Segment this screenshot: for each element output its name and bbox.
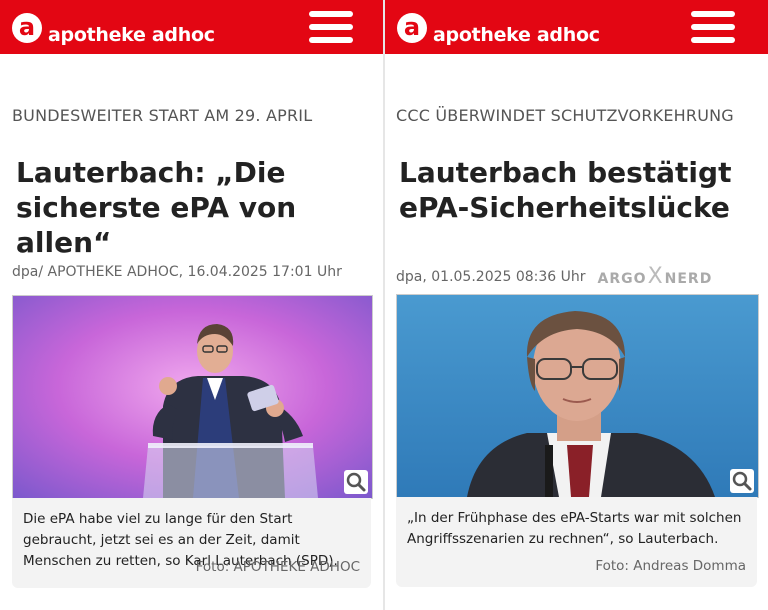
article-headline: Lauterbach: „Die sicherste ePA von allen…	[16, 156, 297, 259]
article-panel-left: a apotheke adhoc BUNDESWEITER START AM 2…	[0, 0, 383, 610]
photo-caption: „In der Frühphase des ePA-Starts war mit…	[407, 510, 742, 547]
hamburger-menu-icon[interactable]	[691, 11, 735, 43]
logo-badge: a	[12, 13, 42, 43]
site-logo[interactable]: a apotheke adhoc	[397, 10, 600, 46]
article-kicker: CCC ÜBERWINDET SCHUTZVORKEHRUNG	[396, 106, 734, 125]
photo-credit: Foto: Andreas Domma	[595, 558, 746, 574]
logo-text: apotheke adhoc	[48, 24, 215, 46]
article-meta: dpa, 01.05.2025 08:36 Uhr ARGOXNERD	[396, 264, 712, 289]
article-kicker: BUNDESWEITER START AM 29. APRIL	[12, 106, 313, 125]
photo-lauterbach-podium	[13, 296, 372, 498]
article-headline: Lauterbach bestätigt ePA-Sicherheitslück…	[399, 156, 732, 224]
article-byline: dpa/ APOTHEKE ADHOC, 16.04.2025 17:01 Uh…	[12, 264, 342, 280]
photo-lauterbach-portrait	[397, 295, 758, 497]
site-logo[interactable]: a apotheke adhoc	[12, 10, 215, 46]
article-panel-right: a apotheke adhoc CCC ÜBERWINDET SCHUTZVO…	[385, 0, 768, 610]
article-photo[interactable]	[12, 295, 373, 499]
logo-text: apotheke adhoc	[433, 24, 600, 46]
article-byline: dpa, 01.05.2025 08:36 Uhr	[396, 268, 586, 285]
zoom-magnifier-icon[interactable]	[730, 469, 754, 493]
photo-caption-box: „In der Frühphase des ePA-Starts war mit…	[396, 497, 757, 587]
photo-credit: Foto: APOTHEKE ADHOC	[195, 559, 360, 575]
logo-badge: a	[397, 13, 427, 43]
article-meta: dpa/ APOTHEKE ADHOC, 16.04.2025 17:01 Uh…	[12, 264, 342, 280]
article-photo[interactable]	[396, 294, 759, 498]
zoom-magnifier-icon[interactable]	[344, 470, 368, 494]
hamburger-menu-icon[interactable]	[309, 11, 353, 43]
partner-logo-argonerd: ARGOXNERD	[597, 264, 713, 289]
site-header: a apotheke adhoc	[0, 0, 383, 54]
photo-caption-box: Die ePA habe viel zu lange für den Start…	[12, 498, 371, 588]
site-header: a apotheke adhoc	[385, 0, 768, 54]
